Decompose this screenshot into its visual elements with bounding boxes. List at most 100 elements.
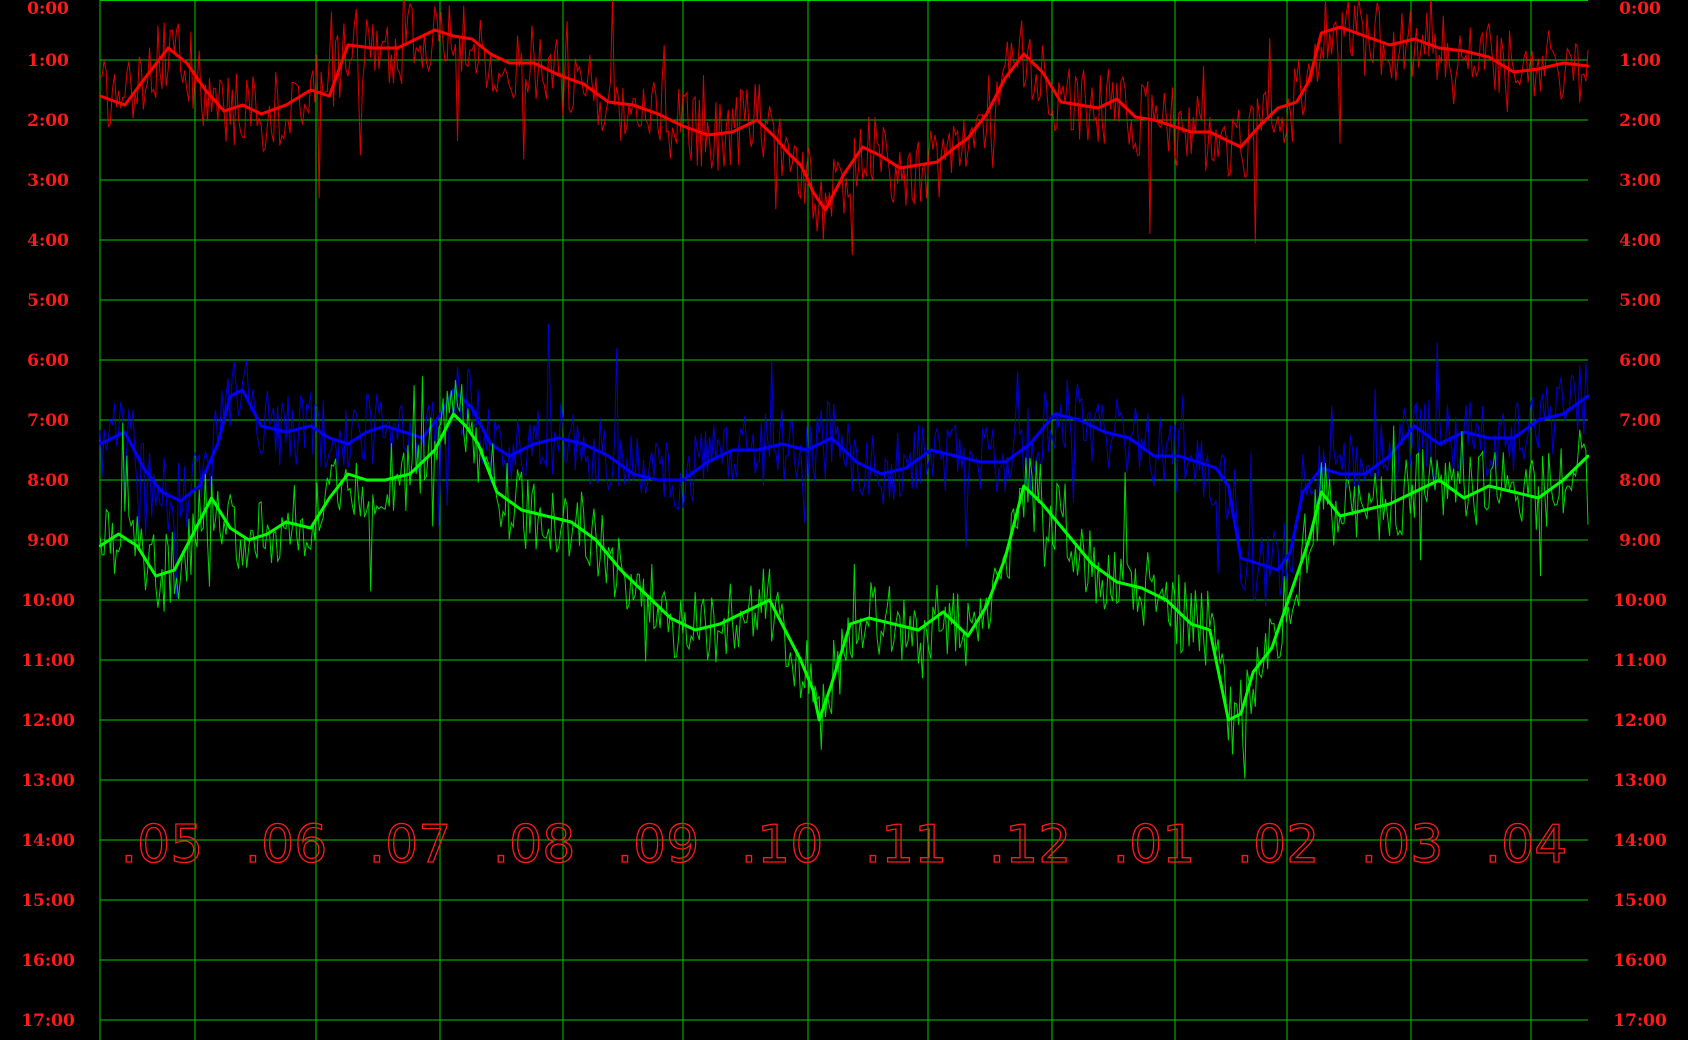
series-data-point: [1152, 118, 1156, 122]
series-data-point: [371, 46, 374, 50]
series-data-point: [1562, 412, 1565, 416]
series-data-point: [123, 430, 127, 434]
series-data-point: [1103, 430, 1106, 434]
series-data-point: [1338, 25, 1342, 29]
y-tick-label-left: 1:00: [27, 51, 69, 71]
series-data-point: [557, 436, 560, 440]
series-data-point: [470, 37, 474, 41]
series-data-point: [1171, 124, 1174, 128]
series-data-point: [266, 532, 269, 536]
series-data-point: [706, 133, 709, 137]
series-data-point: [1022, 52, 1025, 56]
series-data-point: [1462, 496, 1466, 500]
series-data-point: [309, 526, 312, 530]
series-data-point: [204, 88, 207, 92]
y-tick-label-right: 8:00: [1619, 471, 1661, 491]
month-label: .06: [245, 815, 328, 875]
y-tick-label-left: 13:00: [21, 771, 75, 791]
series-data-point: [787, 634, 790, 638]
grid: [99, 0, 1588, 1040]
series-data-point: [1004, 76, 1007, 80]
series-data-point: [1041, 70, 1044, 74]
series-data-point: [842, 172, 846, 176]
series-data-point: [805, 448, 808, 452]
series-data-point: [1307, 79, 1311, 83]
series-data-point: [1022, 484, 1025, 488]
y-tick-label-right: 10:00: [1613, 591, 1667, 611]
series-data-point: [1487, 484, 1491, 488]
series-data-point: [1438, 442, 1441, 446]
series-data-point: [1252, 670, 1255, 674]
series-data-point: [632, 472, 635, 476]
series-data-point: [1004, 460, 1007, 464]
series-data-point: [904, 466, 908, 470]
series-data-point: [1338, 514, 1342, 518]
series-data-point: [179, 499, 182, 503]
chart-svg: .05 .06 .07 .08 .09 .10 .11 .12 .01 .02 .03 .04 0:0…: [21, 0, 1667, 1040]
series-data-point: [545, 514, 548, 518]
series-data-point: [1227, 139, 1230, 143]
series-raw-line: [99, 376, 1589, 779]
series-raw-line: [99, 323, 1589, 607]
series-data-point: [167, 46, 170, 50]
series-data-point: [210, 496, 213, 500]
series-data-point: [222, 109, 226, 113]
series-data-point: [309, 424, 312, 428]
y-tick-label-left: 16:00: [21, 951, 75, 971]
series-data-point: [681, 478, 684, 482]
series-data-point: [520, 508, 523, 512]
series-data-point: [284, 103, 288, 107]
series-data-point: [787, 151, 790, 155]
series-data-point: [1586, 454, 1590, 458]
series-data-point: [1338, 472, 1342, 476]
series-data-point: [1190, 130, 1193, 134]
series-data-point: [160, 490, 164, 494]
series-data-point: [607, 454, 610, 458]
series-data-point: [384, 424, 387, 428]
y-tick-label-left: 0:00: [27, 0, 69, 19]
series-data-point: [1363, 472, 1367, 476]
chart-area: .05 .06 .07 .08 .09 .10 .11 .12 .01 .02 .03 .04 0:0…: [0, 0, 1688, 1040]
series-data-point: [198, 484, 201, 488]
month-label: .03: [1361, 815, 1444, 875]
series-data-point: [880, 154, 883, 158]
series-data-point: [799, 163, 802, 167]
series-data-point: [346, 442, 350, 446]
series-data-point: [1078, 103, 1081, 107]
series-data-point: [489, 442, 492, 446]
series-data-point: [452, 412, 455, 416]
series-data-point: [954, 145, 957, 149]
y-tick-label-left: 3:00: [27, 171, 69, 191]
y-tick-label-right: 2:00: [1619, 111, 1661, 131]
series-data-point: [1413, 424, 1416, 428]
series-lines: [98, 0, 1590, 779]
series-data-point: [241, 103, 244, 107]
series-data-point: [780, 442, 784, 446]
series-data-point: [1438, 46, 1441, 50]
series-data-point: [136, 544, 139, 548]
y-tick-label-right: 4:00: [1619, 231, 1661, 251]
y-tick-label-left: 5:00: [27, 291, 69, 311]
series-data-point: [632, 103, 635, 107]
series-data-point: [1320, 31, 1323, 35]
series-data-point: [191, 532, 195, 536]
y-tick-label-right: 15:00: [1613, 891, 1667, 911]
month-label: .08: [493, 815, 576, 875]
series-data-point: [1258, 124, 1261, 128]
series-data-point: [452, 388, 455, 392]
y-tick-label-right: 0:00: [1619, 0, 1661, 19]
series-data-point: [1289, 550, 1292, 554]
series-data-point: [98, 544, 102, 548]
series-data-point: [229, 526, 232, 530]
series-data-point: [855, 460, 858, 464]
series-data-point: [1487, 436, 1491, 440]
series-data-point: [966, 634, 970, 638]
series-data-point: [1512, 436, 1515, 440]
series-data-point: [142, 466, 145, 470]
series-data-point: [1562, 478, 1565, 482]
series-data-point: [644, 592, 647, 596]
series-data-point: [1562, 61, 1565, 65]
series-data-point: [532, 61, 536, 65]
series-data-point: [1227, 718, 1230, 722]
series-data-point: [408, 472, 412, 476]
